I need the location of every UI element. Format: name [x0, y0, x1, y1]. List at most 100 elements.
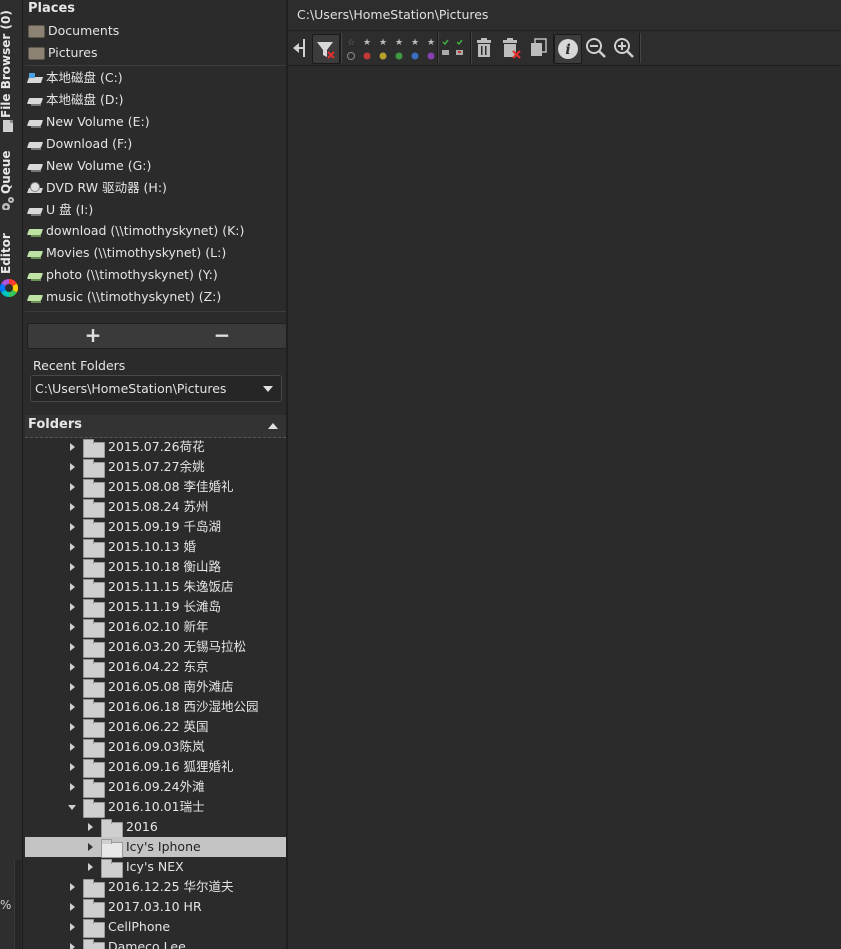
folder-tree-row[interactable]: 2016.05.08 南外滩店: [25, 677, 286, 698]
folder-tree-row[interactable]: 2015.08.24 苏州: [25, 497, 286, 518]
drive-k[interactable]: download (\\timothyskynet) (K:): [28, 221, 244, 241]
collapsed-arrow-icon[interactable]: [70, 903, 75, 911]
folder-tree-row[interactable]: CellPhone: [25, 917, 286, 938]
color-wheel-icon: [0, 279, 18, 297]
folder-tree-row[interactable]: 2017.03.10 HR: [25, 897, 286, 918]
drive-c[interactable]: 本地磁盘 (C:): [28, 68, 123, 88]
folder-tree-row[interactable]: 2015.10.13 婚: [25, 537, 286, 558]
folder-label: 2016.04.22 东京: [108, 659, 209, 674]
collapsed-arrow-icon[interactable]: [70, 443, 75, 451]
collapsed-arrow-icon[interactable]: [70, 763, 75, 771]
drive-l[interactable]: Movies (\\timothyskynet) (L:): [28, 243, 226, 263]
folder-tree-row[interactable]: Icy's NEX: [25, 857, 286, 878]
folder-tree-row[interactable]: Dameco Lee: [25, 937, 286, 949]
collapsed-arrow-icon[interactable]: [88, 863, 93, 871]
drive-y[interactable]: photo (\\timothyskynet) (Y:): [28, 265, 218, 285]
star-rating-filter[interactable]: ☆ ★ ★ ★ ★ ★: [343, 34, 435, 62]
folder-tree-row[interactable]: 2015.11.15 朱逸饭店: [25, 577, 286, 598]
drive-z[interactable]: music (\\timothyskynet) (Z:): [28, 287, 221, 307]
folder-tree-row[interactable]: 2016.10.01瑞士: [25, 797, 286, 818]
recent-folders-label: Recent Folders: [33, 358, 126, 373]
filter-button[interactable]: [312, 34, 340, 64]
collapse-panel-button[interactable]: [288, 34, 314, 62]
remove-place-button[interactable]: −: [202, 324, 242, 348]
folder-tree-row[interactable]: 2016.09.24外滩: [25, 777, 286, 798]
collapsed-arrow-icon[interactable]: [70, 743, 75, 751]
folder-tree-row[interactable]: 2015.08.08 李佳婚礼: [25, 477, 286, 498]
collapsed-arrow-icon[interactable]: [70, 663, 75, 671]
edited-filter-button[interactable]: [438, 34, 468, 62]
trash-button[interactable]: [471, 34, 497, 62]
thumbnail-area[interactable]: [288, 66, 841, 949]
folder-tree-row[interactable]: 2015.09.19 千岛湖: [25, 517, 286, 538]
drive-icon: [28, 161, 43, 172]
collapsed-arrow-icon[interactable]: [70, 563, 75, 571]
copy-button[interactable]: [526, 34, 552, 62]
drive-i[interactable]: U 盘 (I:): [28, 200, 93, 220]
drive-f[interactable]: Download (F:): [28, 134, 132, 154]
folder-tree-row[interactable]: 2015.07.26荷花: [25, 437, 286, 458]
trash-icon: [477, 38, 491, 57]
zoom-out-button[interactable]: [583, 34, 609, 62]
collapsed-arrow-icon[interactable]: [70, 583, 75, 591]
expanded-arrow-icon[interactable]: [68, 805, 76, 810]
folder-tree-row[interactable]: 2016.09.03陈岚: [25, 737, 286, 758]
folder-label: 2016.09.24外滩: [108, 779, 205, 794]
tab-file-browser[interactable]: File Browser (0): [0, 0, 22, 135]
folder-icon: [83, 559, 105, 578]
folder-tree-row[interactable]: Icy's Iphone: [25, 837, 286, 858]
folder-tree[interactable]: 2015.07.26荷花 2015.07.27余姚 2015.08.08 李佳婚礼 2…: [25, 437, 286, 949]
collapsed-arrow-icon[interactable]: [70, 603, 75, 611]
zoom-slider[interactable]: [14, 860, 21, 949]
add-place-button[interactable]: +: [73, 324, 113, 348]
drive-e[interactable]: New Volume (E:): [28, 112, 150, 132]
collapsed-arrow-icon[interactable]: [70, 523, 75, 531]
color-label-icon: [347, 52, 355, 60]
collapsed-arrow-icon[interactable]: [70, 543, 75, 551]
folder-tree-row[interactable]: 2016: [25, 817, 286, 838]
folder-tree-row[interactable]: 2015.10.18 衡山路: [25, 557, 286, 578]
collapse-up-icon[interactable]: [268, 423, 278, 429]
tab-queue[interactable]: Queue: [0, 140, 22, 220]
folder-tree-row[interactable]: 2016.12.25 华尔道夫: [25, 877, 286, 898]
collapsed-arrow-icon[interactable]: [70, 943, 75, 949]
browser-toolbar: ☆ ★ ★ ★ ★ ★ i: [288, 31, 841, 66]
collapsed-arrow-icon[interactable]: [70, 643, 75, 651]
folder-tree-row[interactable]: 2016.04.22 东京: [25, 657, 286, 678]
folder-tree-row[interactable]: 2016.09.16 狐狸婚礼: [25, 757, 286, 778]
collapsed-arrow-icon[interactable]: [88, 843, 93, 851]
collapsed-arrow-icon[interactable]: [70, 923, 75, 931]
folder-tree-row[interactable]: 2016.06.18 西沙湿地公园: [25, 697, 286, 718]
collapsed-arrow-icon[interactable]: [70, 703, 75, 711]
collapsed-arrow-icon[interactable]: [70, 503, 75, 511]
info-button[interactable]: i: [554, 34, 582, 64]
collapsed-arrow-icon[interactable]: [70, 783, 75, 791]
delete-button[interactable]: [498, 34, 524, 62]
folder-icon: [83, 879, 105, 898]
place-pictures[interactable]: Pictures: [28, 43, 98, 63]
drive-h[interactable]: DVD RW 驱动器 (H:): [28, 178, 167, 198]
folder-tree-row[interactable]: 2015.07.27余姚: [25, 457, 286, 478]
collapsed-arrow-icon[interactable]: [70, 463, 75, 471]
folder-tree-row[interactable]: 2016.03.20 无锡马拉松: [25, 637, 286, 658]
tab-editor[interactable]: Editor: [0, 228, 22, 308]
recent-folders-dropdown[interactable]: C:\Users\HomeStation\Pictures: [30, 375, 282, 402]
collapsed-arrow-icon[interactable]: [70, 483, 75, 491]
folder-label: CellPhone: [108, 919, 171, 934]
drive-g[interactable]: New Volume (G:): [28, 156, 151, 176]
drive-d[interactable]: 本地磁盘 (D:): [28, 90, 124, 110]
collapsed-arrow-icon[interactable]: [88, 823, 93, 831]
folder-tree-row[interactable]: 2015.11.19 长滩岛: [25, 597, 286, 618]
place-documents[interactable]: Documents: [28, 21, 119, 41]
folder-icon: [83, 759, 105, 778]
folder-tree-row[interactable]: 2016.02.10 新年: [25, 617, 286, 638]
drive-label: photo (\\timothyskynet) (Y:): [46, 267, 218, 282]
zoom-in-button[interactable]: [611, 34, 637, 62]
collapsed-arrow-icon[interactable]: [70, 723, 75, 731]
collapsed-arrow-icon[interactable]: [70, 623, 75, 631]
collapsed-arrow-icon[interactable]: [70, 883, 75, 891]
path-bar[interactable]: C:\Users\HomeStation\Pictures: [288, 0, 841, 31]
collapsed-arrow-icon[interactable]: [70, 683, 75, 691]
folders-header[interactable]: Folders: [25, 415, 286, 438]
folder-tree-row[interactable]: 2016.06.22 英国: [25, 717, 286, 738]
